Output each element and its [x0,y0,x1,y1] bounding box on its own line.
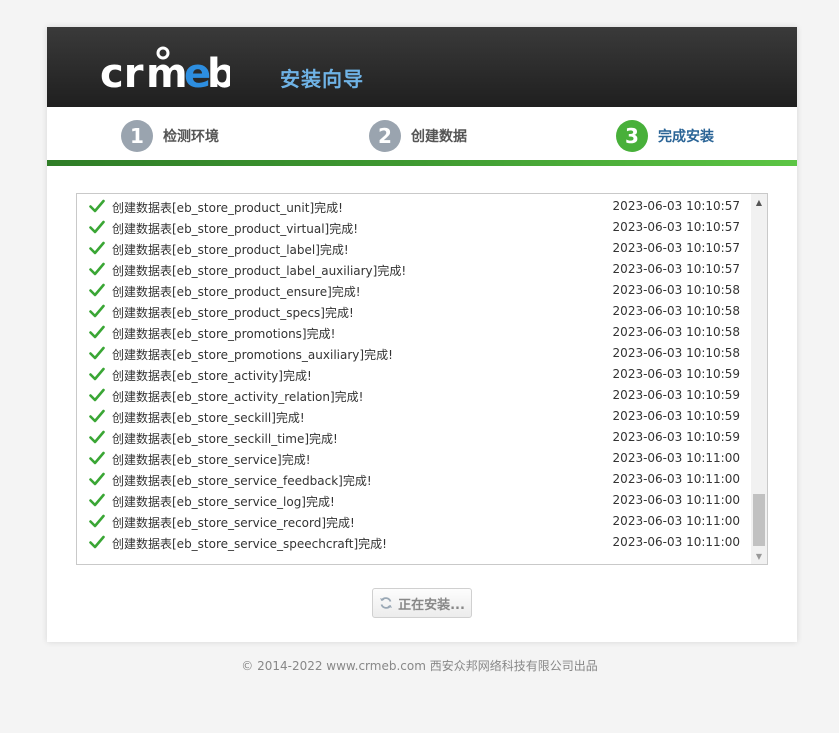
check-icon [89,241,105,255]
check-icon [89,304,105,318]
refresh-icon [380,597,393,609]
step-number: 2 [369,120,401,152]
install-panel: cr m e b 安装向导 1 检测环境 2 创建数据 3 完成安装 创建数据表… [47,27,797,642]
log-message: 创建数据表[eb_store_service_log]完成! [112,495,335,509]
log-row: 创建数据表[eb_store_promotions]完成! 2023-06-03 … [77,322,751,343]
progress-line [47,160,797,166]
log-message: 创建数据表[eb_store_seckill]完成! [112,411,305,425]
page-title: 安装向导 [280,67,364,91]
log-timestamp: 2023-06-03 10:11:00 [612,472,740,486]
scroll-down-icon[interactable]: ▼ [751,548,767,564]
check-icon [89,262,105,276]
log-message: 创建数据表[eb_store_service_speechcraft]完成! [112,537,387,551]
log-message: 创建数据表[eb_store_product_label]完成! [112,243,349,257]
check-icon [89,220,105,234]
log-timestamp: 2023-06-03 10:10:58 [612,283,740,297]
install-log[interactable]: 创建数据表[eb_store_product_unit]完成! 2023-06-0… [76,193,768,565]
scroll-up-icon[interactable]: ▲ [751,194,767,210]
step-number: 1 [121,120,153,152]
steps-bar: 1 检测环境 2 创建数据 3 完成安装 [47,107,797,166]
check-icon [89,493,105,507]
log-timestamp: 2023-06-03 10:11:00 [612,493,740,507]
log-row: 创建数据表[eb_store_product_label_auxiliary]完… [77,259,751,280]
log-timestamp: 2023-06-03 10:10:57 [612,262,740,276]
log-row: 创建数据表[eb_store_product_unit]完成! 2023-06-0… [77,196,751,217]
log-list: 创建数据表[eb_store_product_unit]完成! 2023-06-0… [77,196,751,553]
log-row: 创建数据表[eb_store_service_record]完成! 2023-06… [77,511,751,532]
log-row: 创建数据表[eb_store_service_log]完成! 2023-06-03… [77,490,751,511]
log-row: 创建数据表[eb_store_product_label]完成! 2023-06-… [77,238,751,259]
header: cr m e b 安装向导 [47,27,797,107]
check-icon [89,430,105,444]
log-message: 创建数据表[eb_store_activity_relation]完成! [112,390,364,404]
step-label: 检测环境 [163,129,219,145]
log-timestamp: 2023-06-03 10:10:57 [612,241,740,255]
log-row: 创建数据表[eb_store_product_ensure]完成! 2023-06… [77,280,751,301]
log-message: 创建数据表[eb_store_promotions_auxiliary]完成! [112,348,393,362]
log-message: 创建数据表[eb_store_product_virtual]完成! [112,222,359,236]
log-timestamp: 2023-06-03 10:10:58 [612,325,740,339]
check-icon [89,451,105,465]
check-icon [89,346,105,360]
check-icon [89,367,105,381]
log-message: 创建数据表[eb_store_service_feedback]完成! [112,474,372,488]
log-row: 创建数据表[eb_store_promotions_auxiliary]完成! 2… [77,343,751,364]
log-timestamp: 2023-06-03 10:11:00 [612,514,740,528]
log-timestamp: 2023-06-03 10:10:59 [612,367,740,381]
check-icon [89,535,105,549]
log-timestamp: 2023-06-03 10:10:59 [612,388,740,402]
log-row: 创建数据表[eb_store_product_specs]完成! 2023-06-… [77,301,751,322]
log-message: 创建数据表[eb_store_product_unit]完成! [112,201,343,215]
step-label: 完成安装 [658,129,714,145]
log-message: 创建数据表[eb_store_service_record]完成! [112,516,355,530]
svg-text:b: b [207,51,230,93]
log-message: 创建数据表[eb_store_seckill_time]完成! [112,432,338,446]
log-row: 创建数据表[eb_store_service_speechcraft]完成! 20… [77,532,751,553]
log-timestamp: 2023-06-03 10:10:57 [612,220,740,234]
log-timestamp: 2023-06-03 10:10:59 [612,409,740,423]
log-message: 创建数据表[eb_store_activity]完成! [112,369,312,383]
installing-button[interactable]: 正在安装... [372,588,472,618]
check-icon [89,514,105,528]
step-number: 3 [616,120,648,152]
log-message: 创建数据表[eb_store_promotions]完成! [112,327,336,341]
log-timestamp: 2023-06-03 10:10:58 [612,346,740,360]
log-timestamp: 2023-06-03 10:10:59 [612,430,740,444]
check-icon [89,388,105,402]
scroll-thumb[interactable] [753,494,765,546]
check-icon [89,325,105,339]
check-icon [89,472,105,486]
log-timestamp: 2023-06-03 10:10:57 [612,199,740,213]
svg-text:cr: cr [100,51,144,93]
log-message: 创建数据表[eb_store_service]完成! [112,453,311,467]
step-create-data: 2 创建数据 [369,119,467,153]
check-icon [89,283,105,297]
page: cr m e b 安装向导 1 检测环境 2 创建数据 3 完成安装 创建数据表… [0,0,839,733]
log-row: 创建数据表[eb_store_seckill]完成! 2023-06-03 10:… [77,406,751,427]
check-icon [89,409,105,423]
log-message: 创建数据表[eb_store_product_label_auxiliary]完… [112,264,407,278]
step-label: 创建数据 [411,129,467,145]
log-timestamp: 2023-06-03 10:11:00 [612,535,740,549]
log-message: 创建数据表[eb_store_product_specs]完成! [112,306,354,320]
log-timestamp: 2023-06-03 10:11:00 [612,451,740,465]
installing-button-label: 正在安装... [398,597,465,613]
crmeb-logo: cr m e b [100,46,230,93]
step-check-environment: 1 检测环境 [121,119,219,153]
log-row: 创建数据表[eb_store_product_virtual]完成! 2023-0… [77,217,751,238]
log-row: 创建数据表[eb_store_activity]完成! 2023-06-03 10… [77,364,751,385]
log-row: 创建数据表[eb_store_seckill_time]完成! 2023-06-0… [77,427,751,448]
log-row: 创建数据表[eb_store_activity_relation]完成! 2023… [77,385,751,406]
log-message: 创建数据表[eb_store_product_ensure]完成! [112,285,361,299]
check-icon [89,199,105,213]
scrollbar[interactable]: ▲ ▼ [751,194,767,564]
log-row: 创建数据表[eb_store_service_feedback]完成! 2023-… [77,469,751,490]
log-row: 创建数据表[eb_store_service]完成! 2023-06-03 10:… [77,448,751,469]
log-timestamp: 2023-06-03 10:10:58 [612,304,740,318]
step-complete-install: 3 完成安装 [616,119,714,153]
footer-copyright: © 2014-2022 www.crmeb.com 西安众邦网络科技有限公司出品 [241,659,598,673]
